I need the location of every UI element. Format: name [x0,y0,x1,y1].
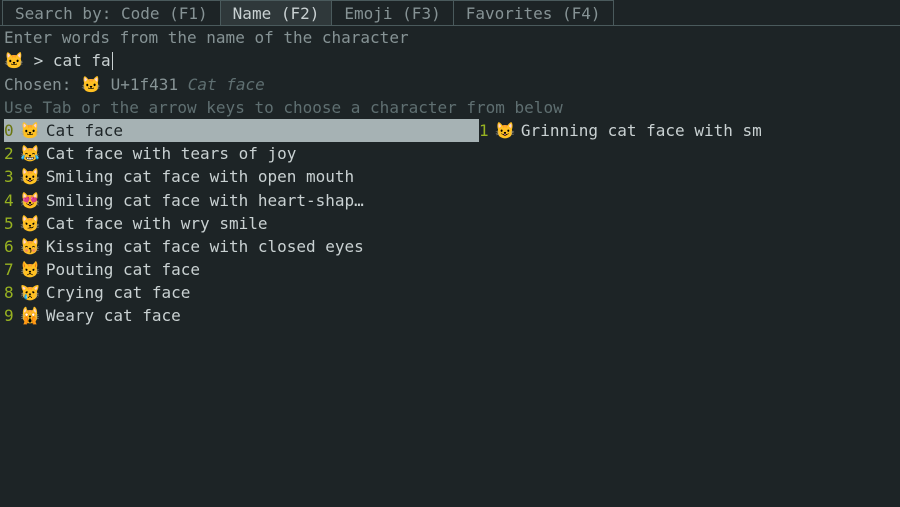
tab-favorites[interactable]: Favorites (F4) [453,0,614,25]
result-item[interactable]: 3 😺 Smiling cat face with open mouth [4,165,479,188]
chosen-label: Chosen: [4,75,71,94]
result-item[interactable]: 6 😽 Kissing cat face with closed eyes [4,235,479,258]
result-index: 2 [4,142,18,165]
result-index: 4 [4,189,18,212]
result-emoji-icon: 😽 [20,235,40,258]
tab-code[interactable]: Search by: Code (F1) [2,0,221,25]
result-name: Cat face [46,119,123,142]
result-emoji-icon: 😺 [495,119,515,142]
result-name: Pouting cat face [46,258,200,281]
result-name: Cat face with wry smile [46,212,268,235]
text-cursor [112,52,113,70]
result-emoji-icon: 😺 [20,165,40,188]
result-emoji-icon: 😾 [20,258,40,281]
chosen-line: Chosen: 🐱 U+1f431 Cat face [0,73,900,96]
result-name: Grinning cat face with sm [521,119,762,142]
result-item[interactable]: 7 😾 Pouting cat face [4,258,479,281]
tab-name[interactable]: Name (F2) [220,0,333,25]
result-name: Smiling cat face with open mouth [46,165,354,188]
tab-label: Code (F1) [121,4,208,23]
result-emoji-icon: 🙀 [20,304,40,327]
chosen-name: Cat face [188,75,265,94]
result-index: 9 [4,304,18,327]
result-index: 0 [4,119,18,142]
result-index: 3 [4,165,18,188]
prompt-icon: 🐱 [4,51,24,70]
result-index: 7 [4,258,18,281]
tab-label: Emoji (F3) [344,4,440,23]
result-name: Smiling cat face with heart-shap… [46,189,364,212]
tab-label: Favorites (F4) [466,4,601,23]
instruction-text: Enter words from the name of the charact… [0,26,900,49]
tab-label: Name (F2) [233,4,320,23]
search-input[interactable]: cat fa [53,51,111,70]
results-list: 0 🐱 Cat face 1 😺 Grinning cat face with … [0,119,900,328]
result-item[interactable]: 4 😻 Smiling cat face with heart-shap… [4,189,479,212]
result-emoji-icon: 🐱 [20,119,40,142]
result-index: 8 [4,281,18,304]
result-name: Kissing cat face with closed eyes [46,235,364,258]
search-prompt[interactable]: 🐱 > cat fa [0,49,900,72]
tab-bar-prefix: Search by: [15,4,111,23]
result-emoji-icon: 😼 [20,212,40,235]
result-item[interactable]: 0 🐱 Cat face [4,119,479,142]
chosen-code: U+1f431 [111,75,178,94]
chosen-emoji: 🐱 [81,75,101,94]
result-item[interactable]: 5 😼 Cat face with wry smile [4,212,479,235]
result-item[interactable]: 1 😺 Grinning cat face with sm [479,119,896,142]
result-index: 6 [4,235,18,258]
tab-bar: Search by: Code (F1) Name (F2) Emoji (F3… [0,0,900,26]
result-index: 5 [4,212,18,235]
result-name: Weary cat face [46,304,181,327]
result-name: Cat face with tears of joy [46,142,296,165]
prompt-caret: > [34,51,44,70]
result-item[interactable]: 9 🙀 Weary cat face [4,304,479,327]
result-name: Crying cat face [46,281,191,304]
hint-text: Use Tab or the arrow keys to choose a ch… [0,96,900,119]
result-emoji-icon: 😹 [20,142,40,165]
result-emoji-icon: 😿 [20,281,40,304]
result-item[interactable]: 8 😿 Crying cat face [4,281,479,304]
result-emoji-icon: 😻 [20,189,40,212]
result-index: 1 [479,119,493,142]
tab-emoji[interactable]: Emoji (F3) [331,0,453,25]
result-item[interactable]: 2 😹 Cat face with tears of joy [4,142,479,165]
